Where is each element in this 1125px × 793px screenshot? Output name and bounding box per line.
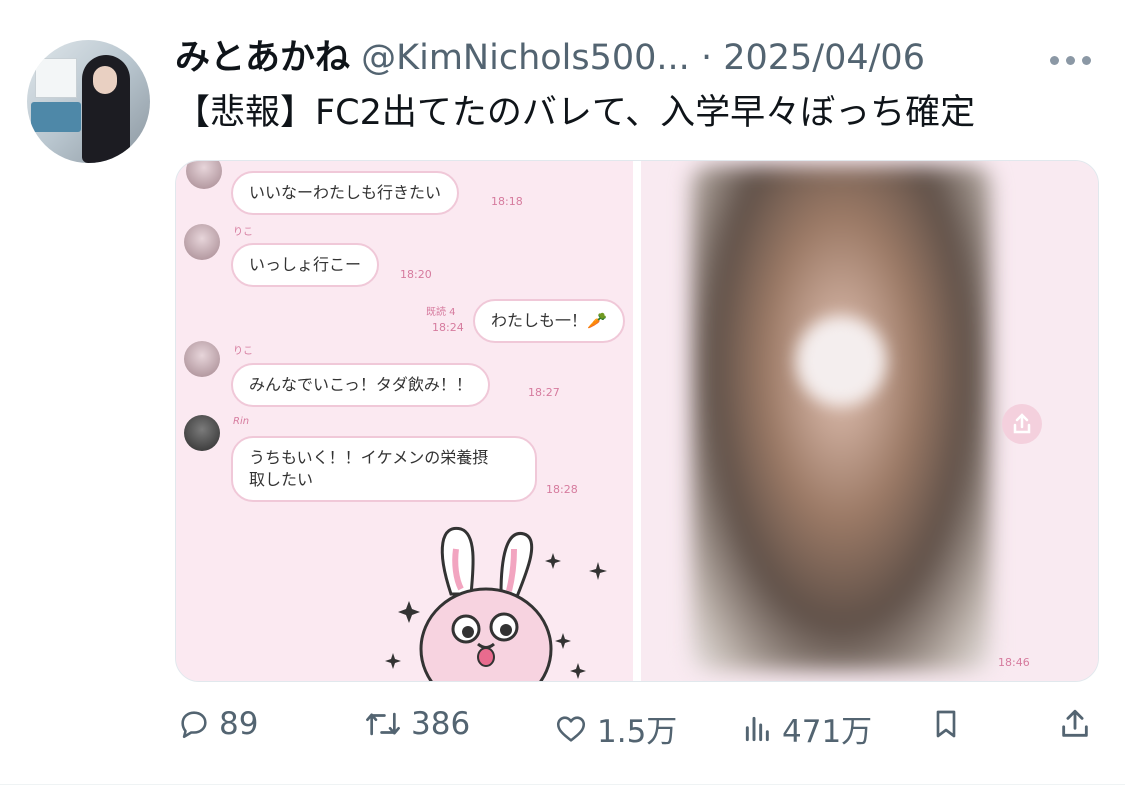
chat-avatar [184,415,220,451]
heart-icon [556,715,586,742]
sparkle [398,601,420,623]
chat-avatar [186,161,222,189]
reply-button[interactable]: 89 [177,706,258,742]
reply-count: 89 [219,706,259,742]
tweet-date[interactable]: 2025/04/06 [723,38,925,78]
chat-bubble-line: 取したい [249,470,314,489]
blurred-face [796,316,886,406]
bookmark-icon [936,710,956,738]
tweet-text: 【悲報】FC2出てたのバレて、入学早々ぼっち確定 [175,93,976,133]
author-name[interactable]: みとあかね [175,38,350,78]
sparkle [589,562,607,580]
views-icon [745,716,769,741]
reply-icon [181,711,207,739]
sparkle [545,553,561,569]
bottom-divider [0,784,1125,785]
blurred-photo-pane: 18:46 [641,161,1098,681]
retweet-count: 386 [411,706,471,742]
chat-sender: Rin [233,416,250,427]
chat-sender: りこ [233,346,253,357]
chat-time: 18:18 [491,195,523,208]
chat-bubble: いっしょ行こー [231,243,380,287]
chat-bubble-mine: わたしも一！🥕 [473,299,625,343]
header-separator: · [700,38,713,78]
sparkle [385,653,401,669]
chat-sender: りこ [233,227,253,238]
chat-bubble: うちもいく！！イケメンの栄養摂 取したい [231,436,537,502]
chat-screenshot: いいなーわたしも行きたい 18:18 りこ いっしょ行こー 18:20 既読 4… [176,161,633,681]
tweet-header: みとあかね @KimNichols500... · 2025/04/06 [175,36,925,80]
more-dot [1050,56,1059,65]
chat-time: 18:27 [528,386,560,399]
views-button[interactable]: 471万 [742,706,872,751]
chat-bubble: いいなーわたしも行きたい [231,171,460,215]
blurred-photo [691,166,991,671]
chat-avatar [184,224,220,260]
views-count: 471万 [782,714,873,750]
like-count: 1.5万 [597,714,678,750]
avatar-face [93,66,117,94]
chat-time: 18:28 [546,483,578,496]
bunny-head [419,587,553,681]
share-icon [1062,709,1088,737]
photo-share-icon[interactable] [1002,404,1042,444]
avatar-desk [31,102,81,132]
photo-time: 18:46 [998,656,1030,669]
share-button[interactable] [1058,706,1092,742]
read-receipt: 既読 4 [426,307,456,318]
media-divider [633,161,641,681]
tweet-media[interactable]: いいなーわたしも行きたい 18:18 りこ いっしょ行こー 18:20 既読 4… [175,160,1099,682]
author-handle[interactable]: @KimNichols500... [361,38,690,78]
more-icon[interactable] [1050,56,1094,66]
retweet-button[interactable]: 386 [363,706,470,742]
author-avatar[interactable] [27,40,150,163]
sparkle [555,633,571,649]
bunny-ear-right [499,532,534,601]
sparkle [570,663,586,679]
bunny-sticker [385,526,607,681]
like-button[interactable]: 1.5万 [553,706,677,751]
chat-time: 18:24 [432,321,464,334]
retweet-icon [366,712,400,736]
bookmark-button[interactable] [930,706,962,742]
more-dot [1082,56,1091,65]
avatar-whiteboard [35,58,77,98]
tweet-actions: 89 386 1.5万 471万 [0,706,1125,756]
chat-avatar [184,341,220,377]
chat-bubble-line: うちもいく！！イケメンの栄養摂 [249,448,489,467]
chat-bubble: みんなでいこっ！タダ飲み！！ [231,363,490,407]
more-dot [1066,56,1075,65]
chat-time: 18:20 [400,268,432,281]
